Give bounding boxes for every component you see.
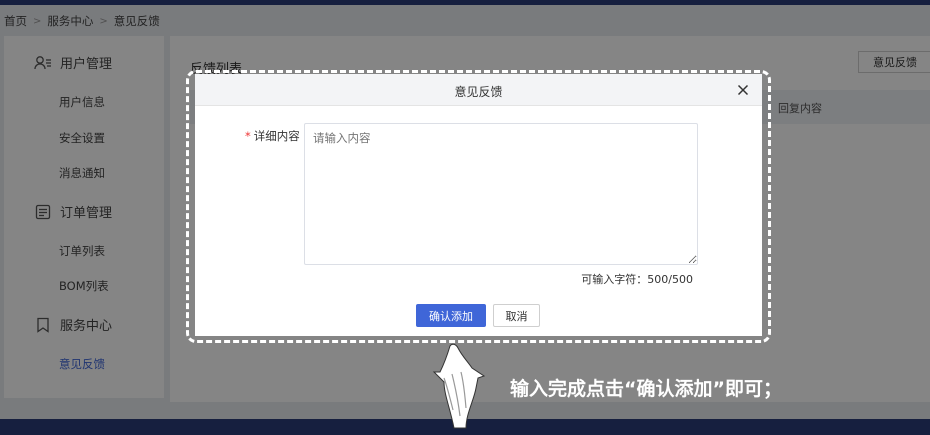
instruction-text: 输入完成点击“确认添加”即可； [510, 378, 782, 400]
feedback-dialog: 意见反馈 *详细内容 可输入字符：500/500 确认添加 取消 [195, 74, 762, 336]
detail-field-label: * 详细内容 [245, 128, 300, 144]
required-mark: * [245, 129, 251, 143]
cancel-button[interactable]: 取消 [493, 304, 540, 327]
detail-textarea[interactable] [304, 123, 698, 265]
pointing-hand-icon [428, 342, 488, 430]
detail-field-label-text: 详细内容 [253, 129, 300, 143]
close-icon[interactable] [735, 82, 751, 98]
char-counter: 可输入字符：500/500 [581, 273, 693, 286]
confirm-add-button[interactable]: 确认添加 [416, 304, 486, 327]
dialog-header: 意见反馈 [195, 74, 762, 106]
dialog-title: 意见反馈 [454, 85, 503, 99]
